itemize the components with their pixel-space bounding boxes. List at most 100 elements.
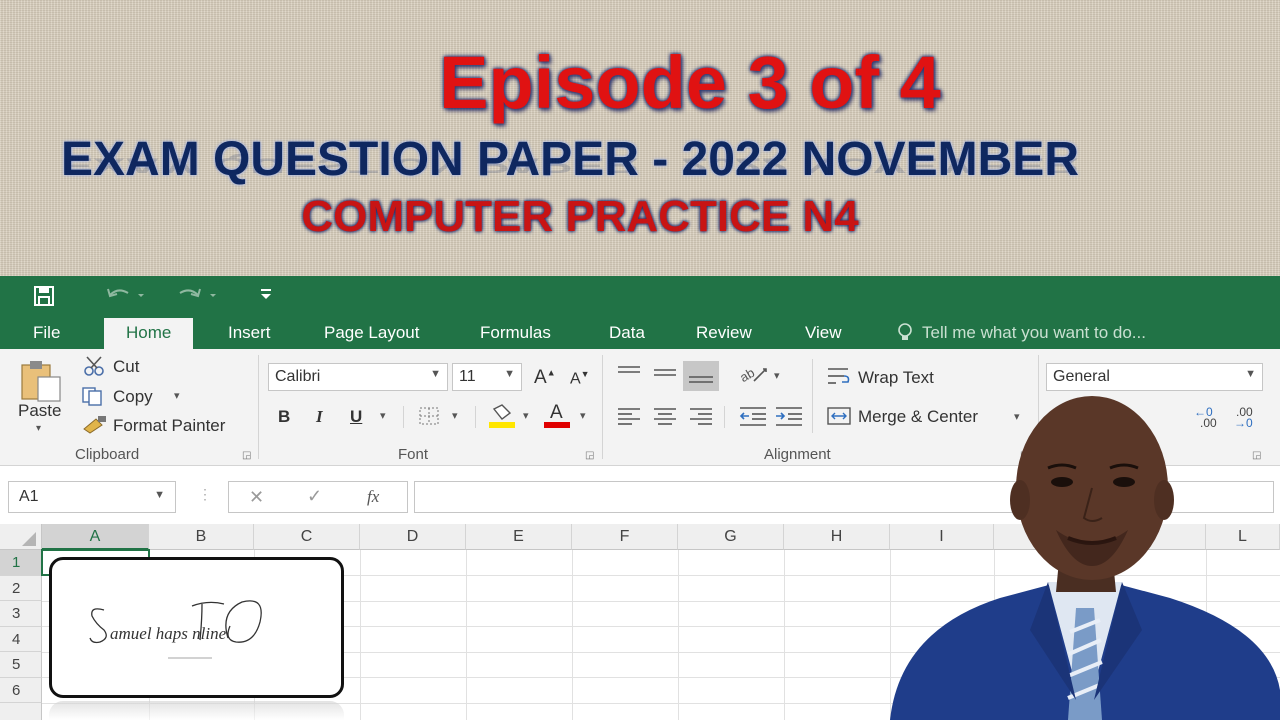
align-right-icon[interactable]	[688, 405, 714, 432]
font-color-glyph: A	[550, 402, 563, 423]
shrink-font-button[interactable]: A▼	[570, 369, 590, 388]
column-header-e[interactable]: E	[466, 524, 572, 550]
customize-qat-icon[interactable]	[260, 286, 272, 306]
tab-insert[interactable]: Insert	[228, 323, 271, 343]
font-color-dropdown-icon[interactable]: ▾	[580, 409, 586, 422]
font-name-value: Calibri	[275, 368, 321, 385]
font-group-label: Font	[398, 446, 429, 463]
clipboard-group-label: Clipboard	[75, 446, 140, 463]
quick-access-toolbar	[0, 276, 1280, 314]
shrink-font-glyph: A	[570, 370, 581, 388]
cancel-icon[interactable]: ✕	[249, 487, 264, 508]
borders-dropdown-icon[interactable]: ▾	[452, 409, 458, 422]
tab-data[interactable]: Data	[609, 323, 645, 343]
group-separator	[602, 355, 603, 459]
lightbulb-icon	[896, 322, 914, 347]
paste-dropdown-icon[interactable]: ▾	[36, 423, 41, 434]
divider	[475, 406, 476, 428]
column-header-g[interactable]: G	[678, 524, 784, 550]
align-top-icon[interactable]	[616, 363, 642, 388]
underline-button[interactable]: U	[350, 407, 362, 427]
bold-button[interactable]: B	[278, 407, 290, 427]
chevron-down-icon: ▼	[154, 489, 165, 501]
episode-title: Episode 3 of 4	[439, 41, 941, 124]
chevron-down-icon: ▼	[504, 368, 515, 380]
clipboard-launcher-icon[interactable]: ◲	[242, 450, 251, 461]
font-name-select[interactable]: Calibri ▼	[268, 363, 448, 391]
font-size-value: 11	[459, 368, 476, 385]
column-header-b[interactable]: B	[149, 524, 254, 550]
save-icon[interactable]	[33, 285, 55, 311]
decrease-indent-icon[interactable]	[738, 405, 768, 432]
select-all-corner[interactable]	[0, 524, 42, 550]
font-color-swatch	[544, 422, 570, 428]
enter-icon[interactable]: ✓	[307, 486, 322, 507]
wrap-text-icon	[826, 365, 852, 392]
column-header-c[interactable]: C	[254, 524, 360, 550]
borders-icon[interactable]	[418, 406, 440, 431]
underline-dropdown-icon[interactable]: ▾	[380, 409, 386, 422]
copy-dropdown-icon[interactable]: ▾	[174, 389, 180, 402]
row-header-6[interactable]: 6	[0, 677, 42, 703]
row-header-2[interactable]: 2	[0, 575, 42, 601]
channel-logo: amuel haps nline	[49, 557, 344, 698]
row-header-7[interactable]	[0, 703, 42, 720]
format-painter-icon	[82, 415, 108, 440]
copy-icon	[81, 386, 105, 411]
copy-button[interactable]: Copy	[113, 387, 153, 407]
tab-formulas[interactable]: Formulas	[480, 323, 551, 343]
row-header-3[interactable]: 3	[0, 601, 42, 627]
alignment-group-label: Alignment	[764, 446, 831, 463]
presenter-photo	[880, 370, 1280, 720]
align-bottom-icon[interactable]	[683, 361, 719, 391]
tab-review[interactable]: Review	[696, 323, 752, 343]
column-header-f[interactable]: F	[572, 524, 678, 550]
redo-icon[interactable]	[176, 285, 216, 309]
tab-file[interactable]: File	[33, 323, 60, 343]
subject-title: COMPUTER PRACTICE N4	[301, 192, 859, 241]
column-header-h[interactable]: H	[784, 524, 890, 550]
grow-font-button[interactable]: A▲	[534, 367, 556, 389]
increase-indent-icon[interactable]	[774, 405, 804, 432]
tell-me-input[interactable]: Tell me what you want to do...	[922, 323, 1146, 343]
fill-color-icon[interactable]	[488, 403, 516, 434]
cut-button[interactable]: Cut	[113, 357, 139, 377]
tab-view[interactable]: View	[805, 323, 842, 343]
group-separator	[258, 355, 259, 459]
title-banner: Episode 3 of 4 EXAM QUESTION PAPER - 202…	[0, 0, 1280, 276]
font-size-select[interactable]: 11 ▼	[452, 363, 522, 391]
formula-bar-grip-icon: ⋮	[198, 486, 212, 502]
undo-icon[interactable]	[104, 285, 144, 309]
paste-button[interactable]: Paste	[18, 401, 61, 421]
merge-center-icon	[826, 405, 852, 432]
font-launcher-icon[interactable]: ◲	[585, 450, 594, 461]
grow-font-glyph: A	[534, 367, 547, 388]
column-header-d[interactable]: D	[360, 524, 466, 550]
name-box[interactable]: A1 ▼	[8, 481, 176, 513]
orientation-dropdown-icon[interactable]: ▾	[774, 369, 780, 382]
divider	[812, 359, 813, 433]
row-header-5[interactable]: 5	[0, 652, 42, 678]
row-header-4[interactable]: 4	[0, 626, 42, 652]
signature-logo-image: amuel haps nline	[89, 600, 262, 659]
font-color-icon[interactable]: A	[544, 401, 572, 429]
tab-home[interactable]: Home	[104, 318, 194, 349]
orientation-icon[interactable]: ab	[737, 363, 772, 390]
name-box-value: A1	[19, 488, 39, 505]
insert-function-icon[interactable]: fx	[367, 487, 379, 507]
ribbon-tabs: File Home Insert Page Layout Formulas Da…	[0, 314, 1280, 349]
exam-title-reflection: EXAM QUESTION PAPER - 2022 NOVEMBER	[61, 153, 1079, 178]
tab-page-layout[interactable]: Page Layout	[324, 323, 419, 343]
align-left-icon[interactable]	[616, 405, 642, 432]
svg-text:ab: ab	[738, 365, 757, 385]
row-header-1[interactable]: 1	[0, 550, 42, 576]
format-painter-button[interactable]: Format Painter	[113, 416, 225, 436]
italic-button[interactable]: I	[316, 407, 323, 427]
divider	[724, 406, 725, 428]
align-middle-icon[interactable]	[652, 363, 678, 388]
align-center-icon[interactable]	[652, 405, 678, 432]
column-header-a[interactable]: A	[42, 524, 149, 550]
divider	[403, 406, 404, 428]
fill-color-dropdown-icon[interactable]: ▾	[523, 409, 529, 422]
scissors-icon	[84, 356, 106, 381]
